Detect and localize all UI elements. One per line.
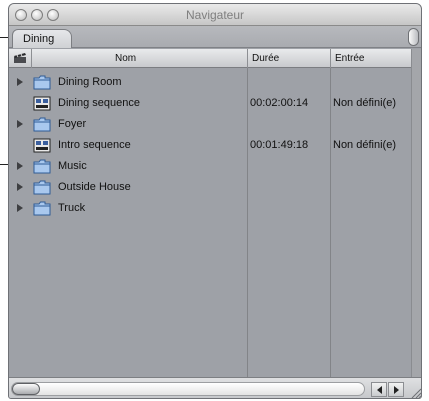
disclosure-triangle-icon[interactable] bbox=[17, 162, 23, 170]
item-name: Outside House bbox=[58, 181, 131, 193]
item-name: Dining Room bbox=[58, 76, 122, 88]
vertical-scrollbar[interactable] bbox=[411, 49, 421, 377]
sequence-icon bbox=[33, 96, 51, 111]
clapper-icon bbox=[14, 53, 26, 63]
horizontal-scroll-knob[interactable] bbox=[12, 383, 40, 395]
disclosure-triangle-icon[interactable] bbox=[17, 183, 23, 191]
title-bar[interactable]: Navigateur bbox=[9, 4, 421, 26]
column-header-name[interactable]: Nom bbox=[115, 53, 136, 64]
window-title: Navigateur bbox=[185, 8, 245, 22]
item-name: Foyer bbox=[58, 118, 87, 130]
arrow-right-icon bbox=[394, 386, 399, 394]
horizontal-scroll-track[interactable] bbox=[11, 382, 365, 396]
horizontal-scrollbar bbox=[9, 377, 422, 399]
sequence-icon bbox=[33, 138, 51, 153]
folder-icon bbox=[33, 180, 51, 195]
tab-scroll-knob[interactable] bbox=[408, 28, 419, 46]
list-item[interactable]: Dining Room bbox=[9, 72, 411, 93]
arrow-left-icon bbox=[377, 386, 382, 394]
list-item[interactable]: Outside House bbox=[9, 177, 411, 198]
disclosure-triangle-icon[interactable] bbox=[17, 78, 23, 86]
header-separator bbox=[247, 49, 248, 68]
item-duration: 00:02:00:14 bbox=[250, 97, 309, 109]
item-name: Music bbox=[58, 160, 87, 172]
folder-icon bbox=[33, 201, 51, 216]
list-item[interactable]: Dining sequence 00:02:00:14 Non défini(e… bbox=[9, 93, 411, 114]
column-header-entry[interactable]: Entrée bbox=[335, 53, 364, 64]
list-item[interactable]: Foyer bbox=[9, 114, 411, 135]
header-separator bbox=[330, 49, 331, 68]
browser-window: Navigateur Dining Nom Durée Entrée Dinin… bbox=[8, 3, 422, 399]
folder-icon bbox=[33, 159, 51, 174]
list-item[interactable]: Intro sequence 00:01:49:18 Non défini(e) bbox=[9, 135, 411, 156]
disclosure-triangle-icon[interactable] bbox=[17, 204, 23, 212]
folder-icon bbox=[33, 117, 51, 132]
column-header-duration[interactable]: Durée bbox=[252, 53, 279, 64]
folder-icon bbox=[33, 75, 51, 90]
header-separator bbox=[31, 49, 32, 68]
scroll-left-button[interactable] bbox=[371, 382, 387, 397]
item-entry: Non défini(e) bbox=[333, 97, 396, 109]
item-name: Intro sequence bbox=[58, 139, 131, 151]
resize-grip-icon[interactable] bbox=[410, 387, 422, 399]
item-duration: 00:01:49:18 bbox=[250, 139, 309, 151]
column-divider bbox=[247, 68, 248, 377]
list-item[interactable]: Music bbox=[9, 156, 411, 177]
disclosure-triangle-icon[interactable] bbox=[17, 120, 23, 128]
item-name: Dining sequence bbox=[58, 97, 140, 109]
list-item[interactable]: Truck bbox=[9, 198, 411, 219]
scroll-right-button[interactable] bbox=[388, 382, 404, 397]
item-entry: Non défini(e) bbox=[333, 139, 396, 151]
item-name: Truck bbox=[58, 202, 86, 214]
browser-list: Dining Room Dining sequence 00:02:00:14 … bbox=[9, 68, 411, 377]
list-header: Nom Durée Entrée bbox=[9, 49, 411, 68]
tab-bar: Dining bbox=[9, 26, 421, 48]
column-divider bbox=[330, 68, 331, 377]
tab-dining[interactable]: Dining bbox=[12, 29, 72, 48]
